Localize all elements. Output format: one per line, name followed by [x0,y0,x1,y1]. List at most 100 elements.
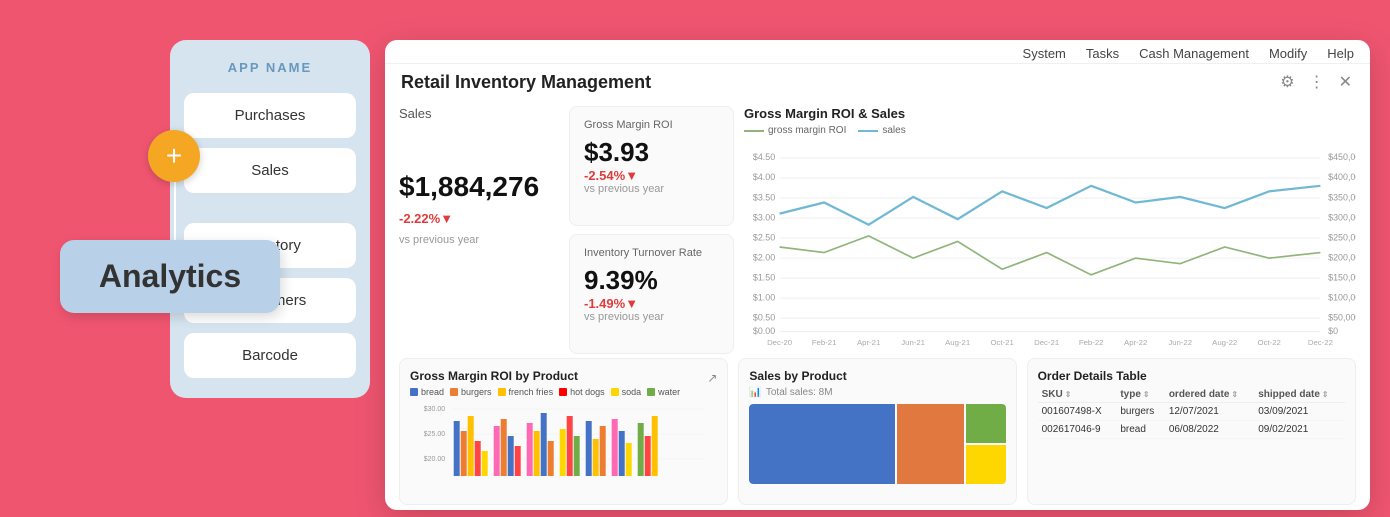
svg-text:$0.00: $0.00 [753,326,775,336]
svg-text:$100,000: $100,000 [1328,292,1356,302]
chart-title: Gross Margin ROI & Sales [744,106,1356,121]
svg-text:Apr-22: Apr-22 [1124,338,1147,347]
nav-help[interactable]: Help [1327,46,1354,61]
window-title: Retail Inventory Management [401,72,651,93]
svg-text:$25.00: $25.00 [424,431,446,438]
bar-chart-svg: $30.00 $25.00 $20.00 [410,401,717,481]
it-vs: vs previous year [584,311,719,323]
sidebar-item-barcode[interactable]: Barcode [184,333,356,378]
svg-text:Dec-20: Dec-20 [767,338,793,347]
sales-vs: vs previous year [399,234,559,246]
col-ordered: ordered date⇕ [1165,387,1254,403]
main-window: System Tasks Cash Management Modify Help… [385,40,1370,510]
sidebar: APP NAME Purchases Sales Inventory Custo… [170,40,370,398]
table-row: 001607498-X burgers 12/07/2021 03/09/202… [1038,403,1345,421]
sales-change: -2.22%▼ [399,211,559,226]
legend-gm-dot [744,130,764,132]
svg-text:$400,000: $400,000 [1328,172,1356,182]
nav-system[interactable]: System [1023,46,1066,61]
treemap-segment-blue [749,404,895,484]
gm-value: $3.93 [584,137,719,168]
svg-text:$3.50: $3.50 [753,192,775,202]
it-value: 9.39% [584,265,719,296]
bar-chart-panel: Gross Margin ROI by Product ↗ bread burg… [399,358,728,505]
treemap-segment-green [966,404,1006,443]
nav-cash-management[interactable]: Cash Management [1139,46,1249,61]
treemap [749,404,1005,484]
treemap-segment-yellow [966,445,1006,484]
svg-text:Apr-21: Apr-21 [857,338,880,347]
svg-text:$450,000: $450,000 [1328,152,1356,162]
svg-text:Aug-21: Aug-21 [945,338,970,347]
kpi-panel: Gross Margin ROI $3.93 -2.54%▼ vs previo… [569,106,734,354]
svg-text:Aug-22: Aug-22 [1212,338,1237,347]
svg-text:Oct-21: Oct-21 [990,338,1013,347]
table-row: 002617046-9 bread 06/08/2022 09/02/2021 [1038,421,1345,439]
chart-legend: gross margin ROI sales [744,125,1356,136]
sales-by-product-panel: Sales by Product 📊 Total sales: 8M [738,358,1016,505]
gm-change: -2.54%▼ [584,168,719,183]
it-label: Inventory Turnover Rate [584,247,719,259]
analytics-badge[interactable]: Analytics [60,240,280,313]
col-sku: SKU⇕ [1038,387,1117,403]
svg-text:$150,000: $150,000 [1328,272,1356,282]
more-icon[interactable]: ⋮ [1307,70,1327,94]
gm-vs: vs previous year [584,183,719,195]
svg-text:$350,000: $350,000 [1328,192,1356,202]
svg-text:Dec-21: Dec-21 [1034,338,1059,347]
svg-text:$2.50: $2.50 [753,232,775,242]
svg-text:Jun-21: Jun-21 [901,338,925,347]
order-details-table: SKU⇕ type⇕ ordered date⇕ shipped date⇕ 0… [1038,387,1345,439]
sidebar-item-sales[interactable]: Sales [184,148,356,193]
svg-text:Oct-22: Oct-22 [1258,338,1281,347]
legend-sales-dot [858,130,878,132]
svg-text:Feb-22: Feb-22 [1079,338,1104,347]
order-table-title: Order Details Table [1038,369,1345,383]
svg-text:$2.00: $2.00 [753,252,775,262]
col-shipped: shipped date⇕ [1254,387,1345,403]
col-type: type⇕ [1116,387,1164,403]
svg-text:$50,000: $50,000 [1328,312,1356,322]
treemap-segment-orange [897,404,963,484]
legend-gm: gross margin ROI [744,125,846,136]
svg-text:$1.50: $1.50 [753,272,775,282]
add-button[interactable]: + [148,130,200,182]
sales-product-title: Sales by Product [749,369,1005,383]
settings-icon[interactable]: ⚙ [1278,70,1296,94]
line-chart-panel: Gross Margin ROI & Sales gross margin RO… [744,106,1356,354]
sales-icon: 📊 [749,387,761,398]
svg-text:$30.00: $30.00 [424,406,446,413]
sales-value: $1,884,276 [399,171,559,203]
app-name: APP NAME [184,60,356,75]
svg-text:$4.00: $4.00 [753,172,775,182]
expand-button[interactable]: ↗ [707,371,717,385]
nav-modify[interactable]: Modify [1269,46,1307,61]
line-chart-svg: $4.50 $4.00 $3.50 $3.00 $2.50 $2.00 $1.5… [744,140,1356,354]
bar-legend: bread burgers french fries hot dogs soda… [410,387,717,397]
svg-text:$4.50: $4.50 [753,152,775,162]
order-details-panel: Order Details Table SKU⇕ type⇕ ordered d… [1027,358,1356,505]
svg-text:$3.00: $3.00 [753,212,775,222]
svg-text:Dec-22: Dec-22 [1308,338,1333,347]
sales-label: Sales [399,106,559,121]
svg-text:Jun-22: Jun-22 [1168,338,1192,347]
sidebar-item-purchases[interactable]: Purchases [184,93,356,138]
bar-chart-title: Gross Margin ROI by Product [410,369,578,383]
it-change: -1.49%▼ [584,296,719,311]
svg-text:$200,000: $200,000 [1328,252,1356,262]
line-chart-area: $4.50 $4.00 $3.50 $3.00 $2.50 $2.00 $1.5… [744,140,1356,354]
inventory-turnover-card: Inventory Turnover Rate 9.39% -1.49%▼ vs… [569,234,734,354]
svg-text:$20.00: $20.00 [424,456,446,463]
svg-text:$0: $0 [1328,326,1338,336]
close-icon[interactable]: ✕ [1337,70,1354,94]
sales-panel: Sales $1,884,276 -2.22%▼ vs previous yea… [399,106,559,354]
nav-tasks[interactable]: Tasks [1086,46,1119,61]
total-sales-label: 📊 Total sales: 8M [749,387,1005,398]
svg-text:$250,000: $250,000 [1328,232,1356,242]
svg-text:Feb-21: Feb-21 [812,338,837,347]
gm-label: Gross Margin ROI [584,119,719,131]
treemap-right-segments [966,404,1006,484]
svg-text:$0.50: $0.50 [753,312,775,322]
svg-text:$1.00: $1.00 [753,292,775,302]
gross-margin-roi-card: Gross Margin ROI $3.93 -2.54%▼ vs previo… [569,106,734,226]
